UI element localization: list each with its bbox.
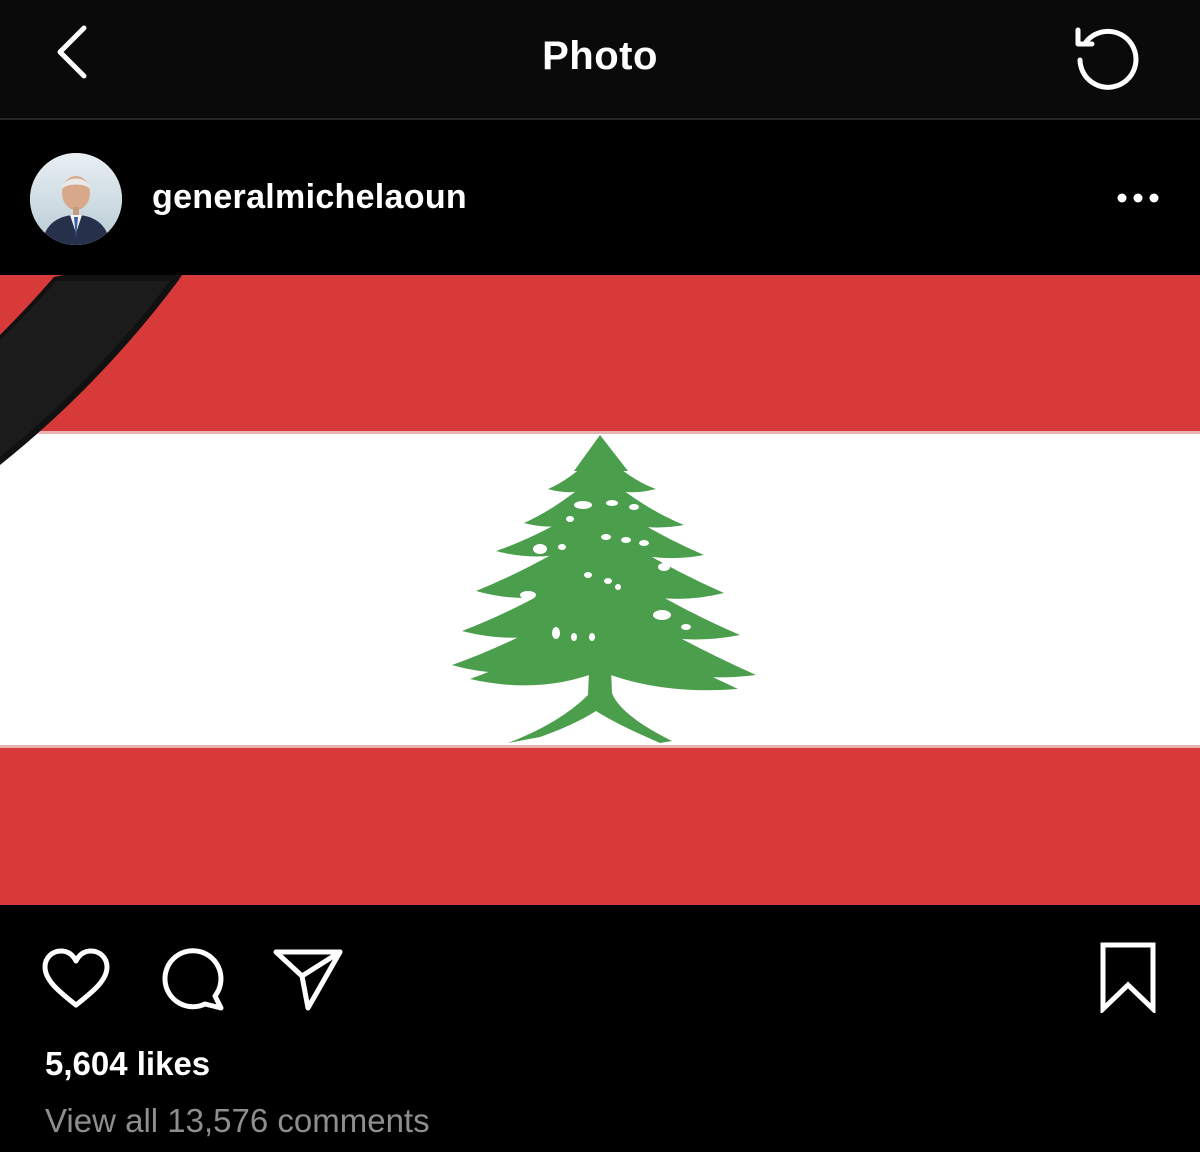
avatar-photo: [30, 153, 122, 245]
refresh-icon: [1075, 27, 1139, 90]
page-title: Photo: [542, 34, 658, 78]
lebanese-flag-image: [0, 275, 1200, 905]
view-comments-link[interactable]: View all 13,576 comments: [45, 1102, 430, 1140]
more-horizontal-icon: [1117, 193, 1159, 203]
username[interactable]: generalmichelaoun: [152, 178, 467, 217]
refresh-button[interactable]: [1064, 16, 1148, 100]
share-button[interactable]: [270, 941, 346, 1017]
comment-icon: [162, 948, 224, 1011]
like-button[interactable]: [38, 941, 114, 1017]
heart-icon: [42, 948, 110, 1008]
more-options-button[interactable]: [1108, 180, 1168, 216]
likes-count[interactable]: 5,604 likes: [45, 1045, 210, 1083]
post-image[interactable]: [0, 275, 1200, 905]
bookmark-icon: [1100, 942, 1156, 1013]
post-actions: 5,604 likes View all 13,576 comments: [0, 905, 1200, 1152]
save-button[interactable]: [1090, 937, 1166, 1017]
top-nav-bar: Photo: [0, 0, 1200, 120]
post-header: generalmichelaoun: [0, 120, 1200, 275]
avatar[interactable]: [30, 153, 122, 245]
comment-button[interactable]: [154, 941, 230, 1017]
send-icon: [273, 949, 343, 1011]
